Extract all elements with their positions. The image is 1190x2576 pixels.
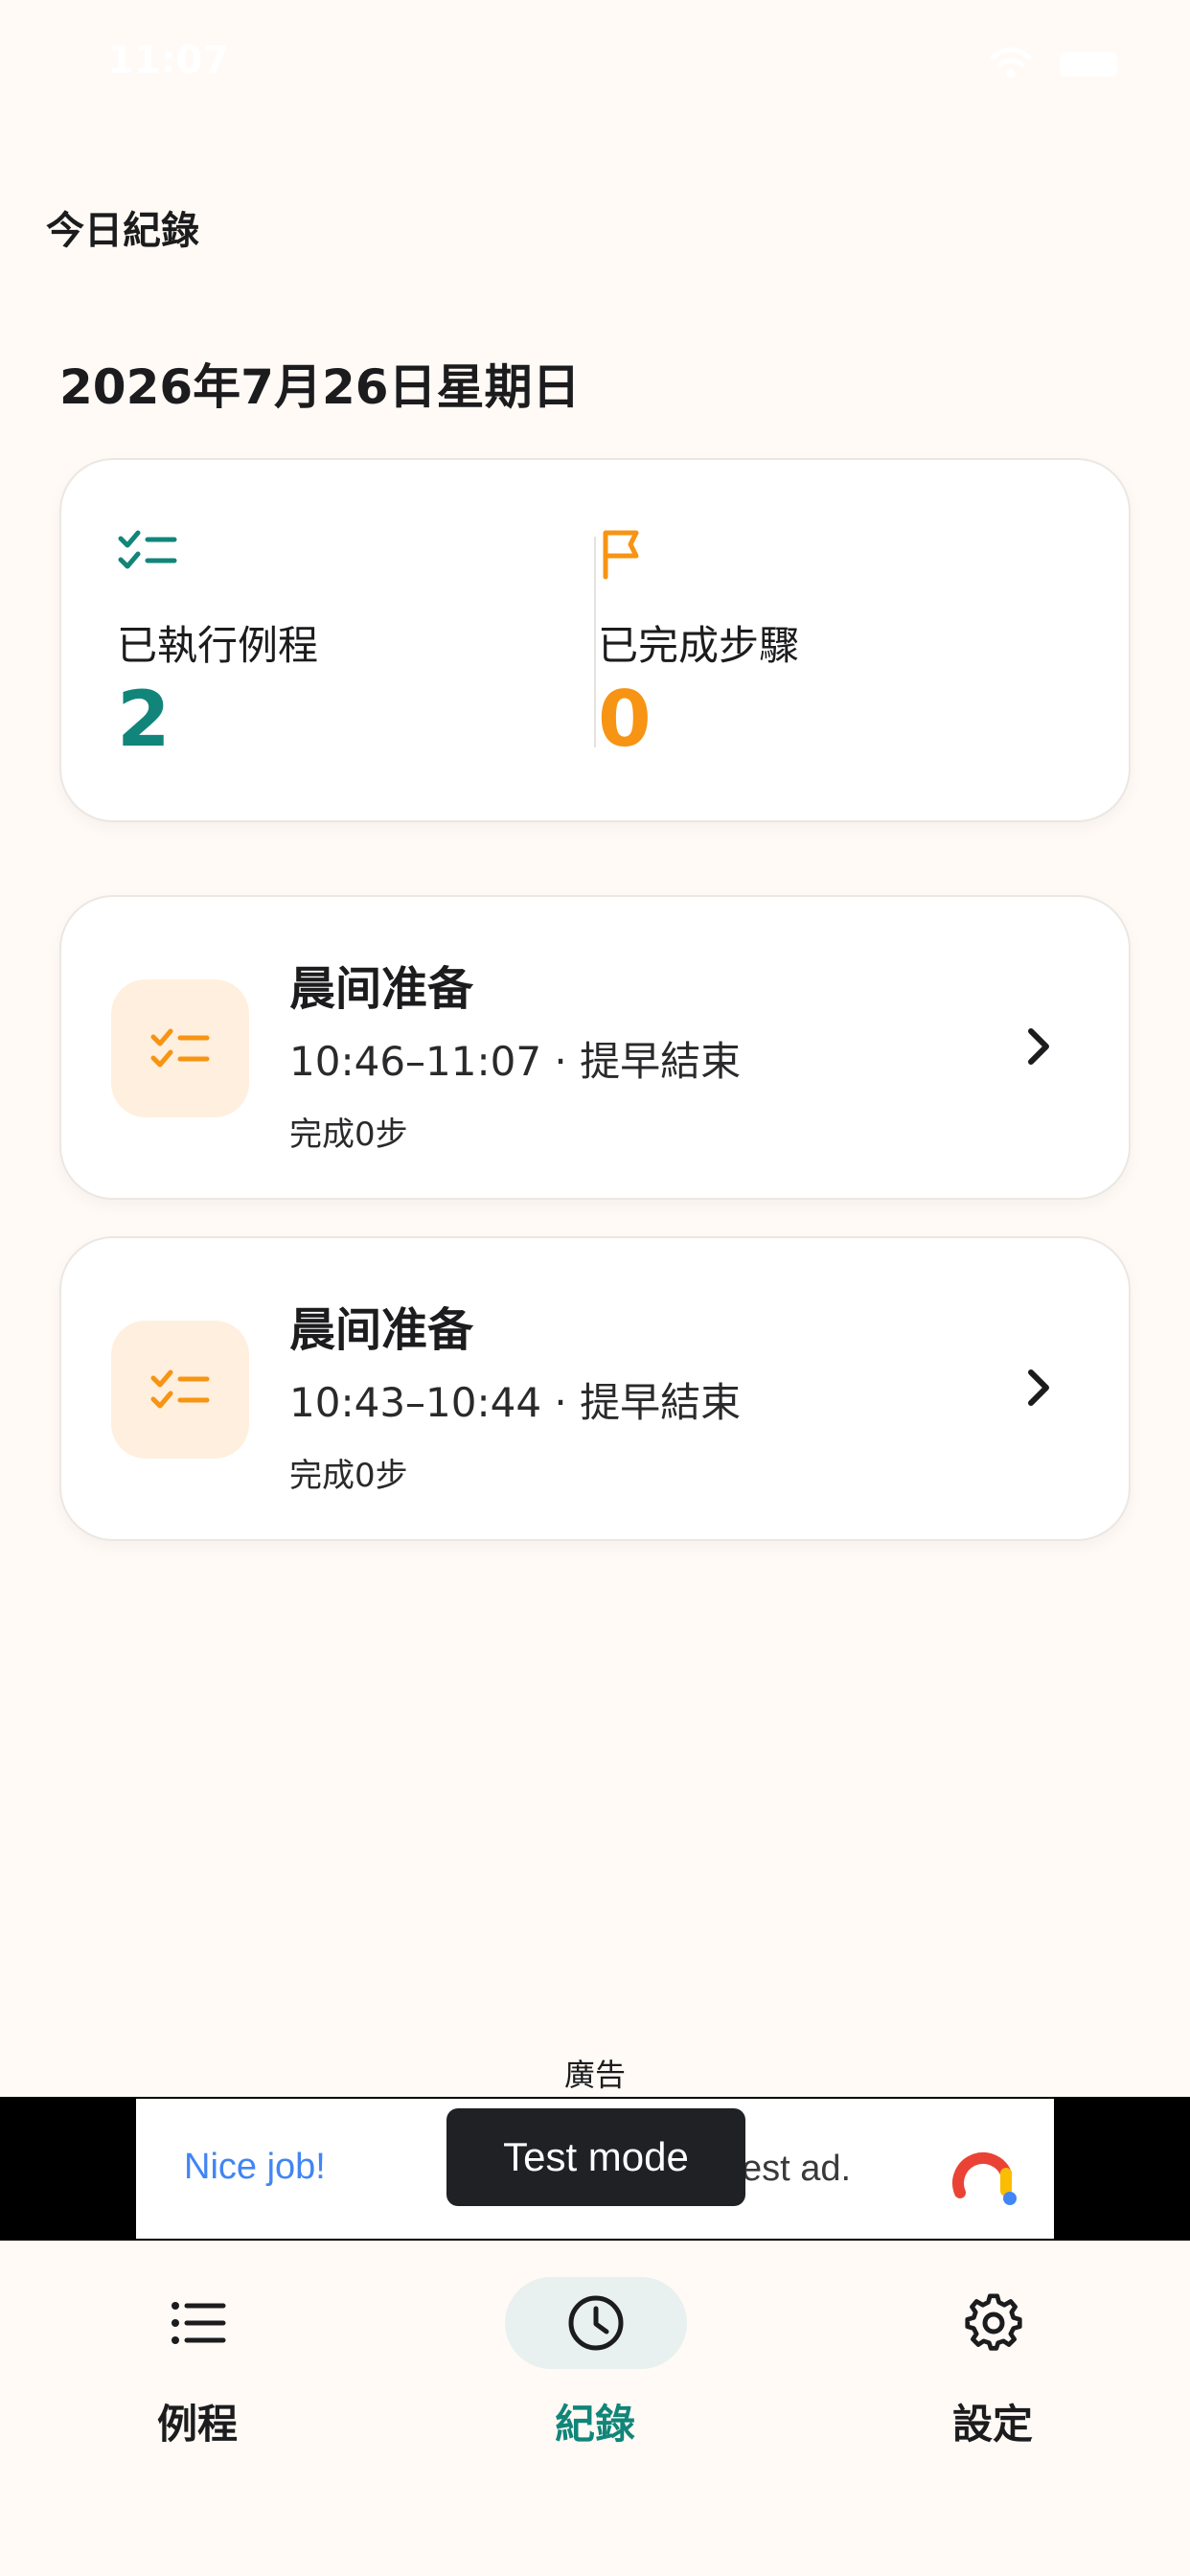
summary-card: 已執行例程 2 已完成步驟 0 <box>59 458 1131 822</box>
checklist-icon <box>118 530 177 569</box>
list-icon <box>172 2302 226 2344</box>
steps-completed-value: 0 <box>598 675 652 764</box>
session-title: 晨间准备 <box>289 1303 474 1357</box>
nav-label-settings: 設定 <box>951 2401 1033 2448</box>
session-time: 10:46–11:07 · 提早結束 <box>289 1038 742 1085</box>
steps-completed-stat: 已完成步驟 0 <box>598 460 1077 820</box>
status-bar: 11:07 <box>0 0 1190 134</box>
routines-run-label: 已執行例程 <box>117 622 319 669</box>
ad-body-text: est ad. <box>742 2149 852 2189</box>
admob-logo-icon <box>952 2152 1017 2205</box>
stat-divider <box>594 537 596 748</box>
session-time: 10:43–10:44 · 提早結束 <box>289 1379 742 1426</box>
ad-headline: Nice job! <box>184 2147 326 2187</box>
nav-tab-routines[interactable]: 例程 <box>54 2277 341 2488</box>
session-steps: 完成0步 <box>289 1116 408 1154</box>
session-steps: 完成0步 <box>289 1457 408 1495</box>
routines-run-value: 2 <box>117 675 171 764</box>
nav-pill-active <box>505 2277 687 2369</box>
battery-icon <box>1060 52 1117 77</box>
flag-icon <box>603 530 639 580</box>
ad-label: 廣告 <box>563 2057 626 2093</box>
nav-label-routines: 例程 <box>156 2401 238 2448</box>
gear-icon <box>965 2293 1022 2351</box>
nav-pill <box>903 2277 1085 2369</box>
nav-pill <box>107 2277 289 2369</box>
session-icon-box <box>111 979 249 1117</box>
session-title: 晨间准备 <box>289 962 474 1016</box>
checklist-icon <box>150 1028 210 1068</box>
session-icon-box <box>111 1321 249 1459</box>
session-card[interactable]: 晨间准备 10:46–11:07 · 提早結束 完成0步 <box>59 895 1131 1200</box>
test-mode-tooltip: Test mode <box>446 2108 745 2206</box>
routines-run-stat: 已執行例程 2 <box>117 460 596 820</box>
checklist-icon <box>150 1369 210 1409</box>
session-card[interactable]: 晨间准备 10:43–10:44 · 提早結束 完成0步 <box>59 1236 1131 1541</box>
bottom-navigation: 例程 紀錄 設定 <box>0 2241 1190 2576</box>
chevron-right-icon <box>1028 1369 1049 1406</box>
date-heading: 2026年7月26日星期日 <box>59 359 581 415</box>
clock-icon <box>568 2295 624 2351</box>
nav-tab-settings[interactable]: 設定 <box>849 2277 1136 2488</box>
page-title: 今日紀錄 <box>46 209 199 253</box>
nav-label-records: 紀錄 <box>554 2401 635 2448</box>
nav-tab-records[interactable]: 紀錄 <box>451 2277 739 2488</box>
status-time: 11:07 <box>107 38 230 82</box>
chevron-right-icon <box>1028 1028 1049 1065</box>
steps-completed-label: 已完成步驟 <box>598 622 800 669</box>
app-screen: 11:07 今日紀錄 2026年7月26日星期日 已執行例程 2 已完成步驟 0… <box>0 0 1190 2576</box>
wifi-icon <box>990 47 1032 79</box>
